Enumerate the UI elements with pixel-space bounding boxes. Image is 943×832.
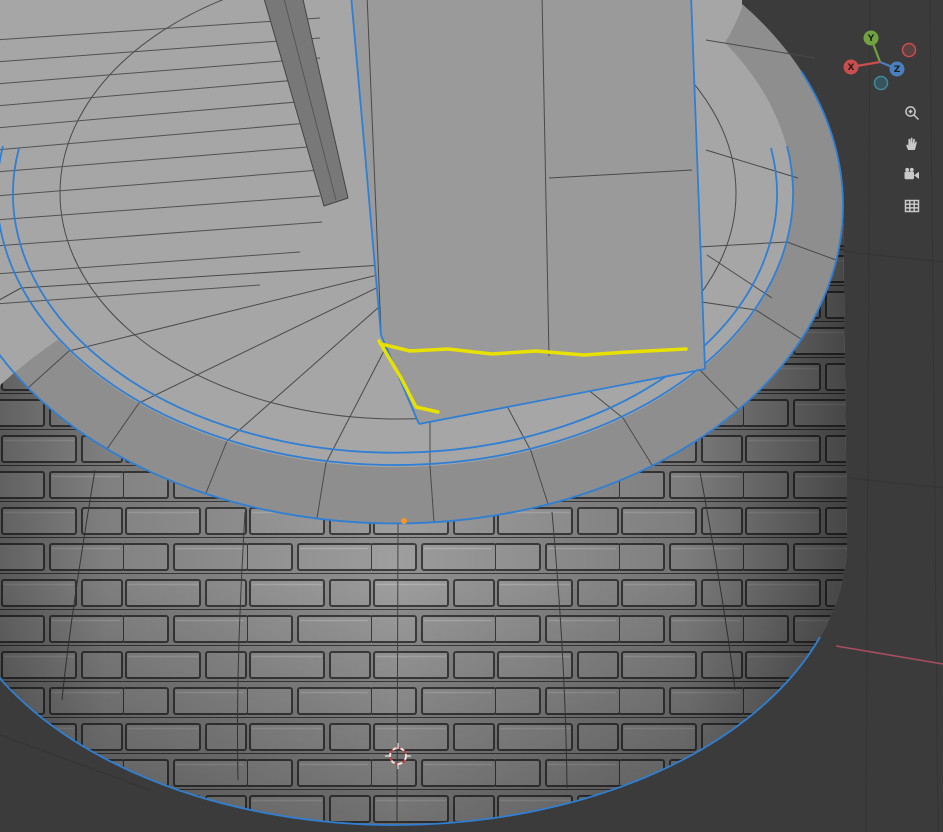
axis-ball-neg-x[interactable]: [901, 42, 917, 58]
viewport-toolbar: [899, 100, 925, 219]
camera-view-button[interactable]: [899, 162, 925, 188]
magnifier-plus-icon: [905, 106, 920, 121]
axis-ball-z[interactable]: Z: [889, 61, 905, 77]
orthographic-toggle-button[interactable]: [899, 193, 925, 219]
camera-icon: [904, 167, 919, 180]
gizmo-x-label: X: [848, 63, 855, 73]
blender-3d-viewport: Y X Z: [0, 0, 943, 832]
viewport-canvas[interactable]: [0, 0, 943, 832]
object-origin-dot: [401, 518, 407, 524]
gizmo-y-label: Y: [867, 34, 875, 44]
grid-icon: [904, 199, 920, 213]
axis-ball-y[interactable]: Y: [863, 30, 879, 46]
zoom-in-button[interactable]: [899, 100, 925, 126]
pan-button[interactable]: [899, 131, 925, 157]
hand-icon: [906, 137, 917, 150]
gizmo-z-label: Z: [894, 65, 901, 75]
axis-ball-neg-z[interactable]: [873, 75, 889, 91]
axis-ball-x[interactable]: X: [843, 59, 859, 75]
mesh-pillar: [350, 0, 706, 425]
navigation-gizmo[interactable]: Y X Z: [840, 22, 932, 106]
